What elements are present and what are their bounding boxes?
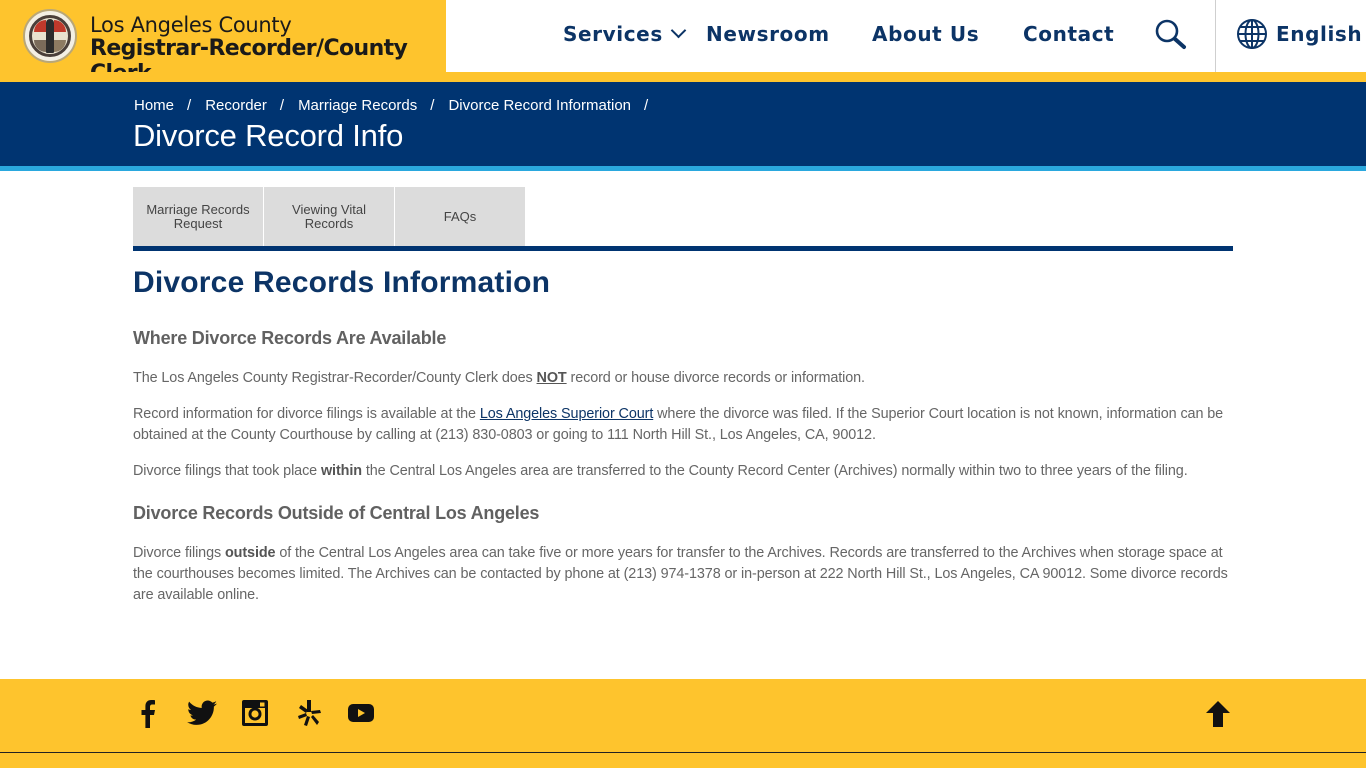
- text: the Central Los Angeles area are transfe…: [361, 463, 1188, 479]
- banner-accent-stripe: [0, 166, 1366, 171]
- instagram-icon: [242, 700, 268, 726]
- nav-services-label: Services: [563, 22, 663, 46]
- tab-underline-bar: [133, 246, 1233, 251]
- language-selector[interactable]: English: [1236, 18, 1362, 50]
- tab-marriage-records-request[interactable]: Marriage Records Request: [133, 187, 263, 246]
- twitter-link[interactable]: [187, 697, 217, 729]
- footer-divider: [0, 752, 1366, 753]
- search-icon: [1155, 19, 1186, 49]
- page-title: Divorce Record Info: [133, 118, 404, 153]
- breadcrumb-separator: /: [187, 97, 192, 114]
- text: Record information for divorce filings i…: [133, 406, 480, 422]
- language-label: English: [1276, 22, 1363, 46]
- paragraph-outside-central: Divorce filings outside of the Central L…: [133, 543, 1233, 606]
- facebook-link[interactable]: [133, 697, 163, 729]
- nav-about-us[interactable]: About Us: [872, 22, 979, 46]
- breadcrumb-marriage-records[interactable]: Marriage Records: [298, 97, 417, 114]
- yelp-icon: [298, 700, 321, 726]
- back-to-top-button[interactable]: [1204, 700, 1232, 728]
- content-heading: Divorce Records Information: [133, 266, 551, 299]
- breadcrumb-separator: /: [430, 97, 435, 114]
- text: of the Central Los Angeles area can take…: [133, 545, 1228, 603]
- brand-block[interactable]: Los Angeles County Registrar-Recorder/Co…: [0, 0, 446, 86]
- instagram-link[interactable]: [240, 697, 270, 729]
- paragraph-superior-court: Record information for divorce filings i…: [133, 404, 1233, 446]
- text: The Los Angeles County Registrar-Recorde…: [133, 370, 537, 386]
- county-seal-icon: [23, 9, 77, 63]
- text: Divorce filings that took place: [133, 463, 321, 479]
- superior-court-link[interactable]: Los Angeles Superior Court: [480, 406, 653, 422]
- brand-county-name: Los Angeles County: [90, 13, 292, 37]
- twitter-icon: [187, 700, 217, 725]
- nav-services[interactable]: Services: [563, 22, 687, 46]
- breadcrumb-separator: /: [644, 97, 649, 114]
- nav-divider: [1215, 0, 1216, 72]
- youtube-link[interactable]: [346, 697, 376, 729]
- text: Divorce filings: [133, 545, 225, 561]
- arrow-up-icon: [1206, 701, 1230, 727]
- section-heading-outside-central: Divorce Records Outside of Central Los A…: [133, 503, 540, 523]
- emphasis-not: NOT: [536, 370, 567, 386]
- emphasis-outside: outside: [224, 545, 276, 561]
- emphasis-within: within: [320, 463, 362, 479]
- main-content: Divorce Records Information Where Divorc…: [133, 265, 1233, 606]
- tab-viewing-vital-records[interactable]: Viewing Vital Records: [264, 187, 394, 246]
- chevron-down-icon: [670, 22, 687, 39]
- globe-icon: [1237, 19, 1267, 49]
- header-accent-stripe: [0, 72, 1366, 82]
- text: record or house divorce records or infor…: [566, 370, 866, 386]
- youtube-icon: [348, 704, 374, 722]
- breadcrumb-divorce-record-information[interactable]: Divorce Record Information: [448, 97, 631, 114]
- breadcrumb: Home / Recorder / Marriage Records / Div…: [134, 97, 662, 114]
- nav-contact[interactable]: Contact: [1023, 22, 1114, 46]
- nav-newsroom[interactable]: Newsroom: [706, 22, 830, 46]
- paragraph-not-recorded: The Los Angeles County Registrar-Recorde…: [133, 368, 1233, 389]
- yelp-link[interactable]: [294, 697, 324, 729]
- breadcrumb-recorder[interactable]: Recorder: [205, 97, 267, 114]
- paragraph-within-central: Divorce filings that took place within t…: [133, 461, 1233, 482]
- search-button[interactable]: [1154, 18, 1188, 52]
- tab-faqs[interactable]: FAQs: [395, 187, 525, 246]
- breadcrumb-separator: /: [279, 97, 285, 114]
- breadcrumb-home[interactable]: Home: [134, 97, 174, 114]
- site-header: Los Angeles County Registrar-Recorder/Co…: [0, 0, 1366, 86]
- section-tabs: Marriage Records Request Viewing Vital R…: [133, 187, 526, 246]
- section-heading-where-available: Where Divorce Records Are Available: [133, 328, 447, 348]
- facebook-icon: [141, 700, 155, 728]
